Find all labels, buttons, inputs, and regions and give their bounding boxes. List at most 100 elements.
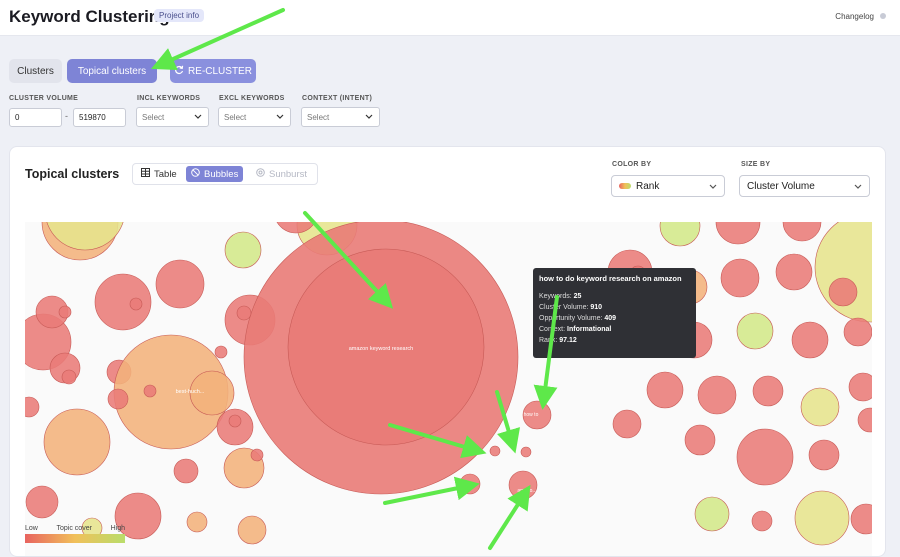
chevron-down-icon [708,181,718,194]
size-by-select[interactable]: Cluster Volume [739,175,870,197]
cluster-bubble[interactable] [612,409,642,439]
legend-low: Low [25,525,38,532]
cluster-bubble[interactable] [459,473,481,495]
cluster-bubble[interactable] [43,408,111,476]
color-by-value: Rank [636,181,660,192]
chevron-down-icon [853,181,863,194]
cluster-bubble[interactable] [752,375,784,407]
cluster-bubble[interactable] [25,485,59,519]
cluster-bubble[interactable] [155,259,205,309]
context-intent-value: Select [307,113,330,122]
cluster-bubble[interactable] [800,387,840,427]
cluster-bubble[interactable] [808,439,840,471]
cluster-bubble[interactable] [736,312,774,350]
recluster-label: RE-CLUSTER [188,65,252,77]
cluster-bubble[interactable] [228,414,242,428]
view-table-button[interactable]: Table [136,166,182,182]
cluster-bubble[interactable] [791,321,829,359]
changelog-link[interactable]: Changelog [835,12,874,21]
top-bar: Keyword Clustering Project info Changelo… [0,0,900,36]
cluster-bubble[interactable] [828,277,858,307]
cluster-bubble[interactable] [214,345,228,359]
cluster-bubble[interactable] [520,446,532,458]
left-bubble-label: best-huch... [176,389,205,395]
legend-mid: Topic cover [56,525,92,532]
bubbles-icon [191,168,200,180]
volume-min-input[interactable]: 0 [9,108,62,127]
color-by-select[interactable]: Rank [611,175,725,197]
refresh-icon [174,65,184,78]
tab-topical-clusters[interactable]: Topical clusters [67,59,157,83]
view-sunburst-button[interactable]: Sunburst [251,166,312,182]
excl-keywords-value: Select [224,113,247,122]
cluster-bubble[interactable] [107,388,129,410]
legend-gradient [25,534,125,543]
cluster-bubble[interactable] [694,496,730,532]
tooltip-volume-label: Cluster Volume: [539,304,589,311]
cluster-bubble[interactable] [684,424,716,456]
cluster-bubble[interactable] [173,458,199,484]
cluster-bubble[interactable] [646,371,684,409]
chevron-down-icon [364,111,374,123]
view-bubbles-button[interactable]: Bubbles [186,166,244,182]
cluster-bubble[interactable] [250,448,264,462]
excl-keywords-select[interactable]: Select [218,107,291,127]
cluster-bubble[interactable] [736,428,794,486]
cluster-bubble[interactable] [843,317,872,347]
cluster-bubble[interactable] [720,258,760,298]
cluster-bubble[interactable] [237,515,267,545]
tooltip-keywords-label: Keywords: [539,293,572,300]
page-title: Keyword Clustering [9,7,170,26]
cluster-bubble[interactable] [58,305,72,319]
bubble-tooltip: how to do keyword research on amazon Key… [533,268,696,358]
chevron-down-icon [275,111,285,123]
context-intent-select[interactable]: Select [301,107,380,127]
tooltip-volume-value: 910 [590,304,603,311]
chevron-down-icon [193,111,203,123]
small-bubble-label-2: amazo... [517,488,536,494]
cluster-bubble[interactable] [94,273,152,331]
tooltip-opportunity-value: 409 [604,315,617,322]
notification-dot-icon [880,13,886,19]
cluster-bubble[interactable] [794,490,850,546]
cluster-bubble[interactable] [129,297,143,311]
cluster-bubble[interactable] [224,231,262,269]
tooltip-context-label: Context: [539,326,566,333]
cluster-bubble[interactable] [508,470,538,500]
tooltip-title: how to do keyword research on amazon [539,274,682,283]
volume-max-input[interactable]: 519870 [73,108,126,127]
legend-high: High [110,525,125,532]
color-scale-icon [619,183,631,190]
color-by-label: COLOR BY [612,161,652,168]
tooltip-opportunity-label: Opportunity Volume: [539,315,603,322]
project-info-button[interactable]: Project info [154,9,205,22]
cluster-bubble[interactable] [751,510,773,532]
view-sunburst-label: Sunburst [269,168,308,180]
tooltip-keywords-value: 25 [573,293,582,300]
bubble-chart: amazon keyword research best-huch... how… [25,222,872,556]
cluster-bubble[interactable] [489,445,501,457]
recluster-button[interactable]: RE-CLUSTER [170,59,256,83]
cluster-bubble[interactable] [236,305,252,321]
incl-keywords-label: INCL KEYWORDS [137,95,201,102]
cluster-bubble[interactable] [61,369,77,385]
cluster-bubble[interactable] [143,384,157,398]
cluster-bubble[interactable] [186,511,208,533]
view-bubbles-label: Bubbles [204,168,239,180]
tooltip-rank-label: Rank: [539,337,558,344]
tooltip-context-value: Informational [567,326,612,333]
incl-keywords-select[interactable]: Select [136,107,209,127]
table-icon [141,168,150,180]
sunburst-icon [256,168,265,180]
cluster-bubble[interactable] [775,253,813,291]
view-table-label: Table [154,168,177,180]
small-bubble-label-1: how to [524,412,539,418]
cluster-bubble[interactable] [697,375,737,415]
card-title: Topical clusters [25,167,120,181]
cluster-volume-label: CLUSTER VOLUME [9,95,79,102]
big-bubble-label: amazon keyword research [349,346,414,352]
context-intent-label: CONTEXT (INTENT) [302,95,373,102]
excl-keywords-label: EXCL KEYWORDS [219,95,285,102]
tab-clusters[interactable]: Clusters [9,59,62,83]
color-legend: Low Topic cover High [25,525,125,543]
